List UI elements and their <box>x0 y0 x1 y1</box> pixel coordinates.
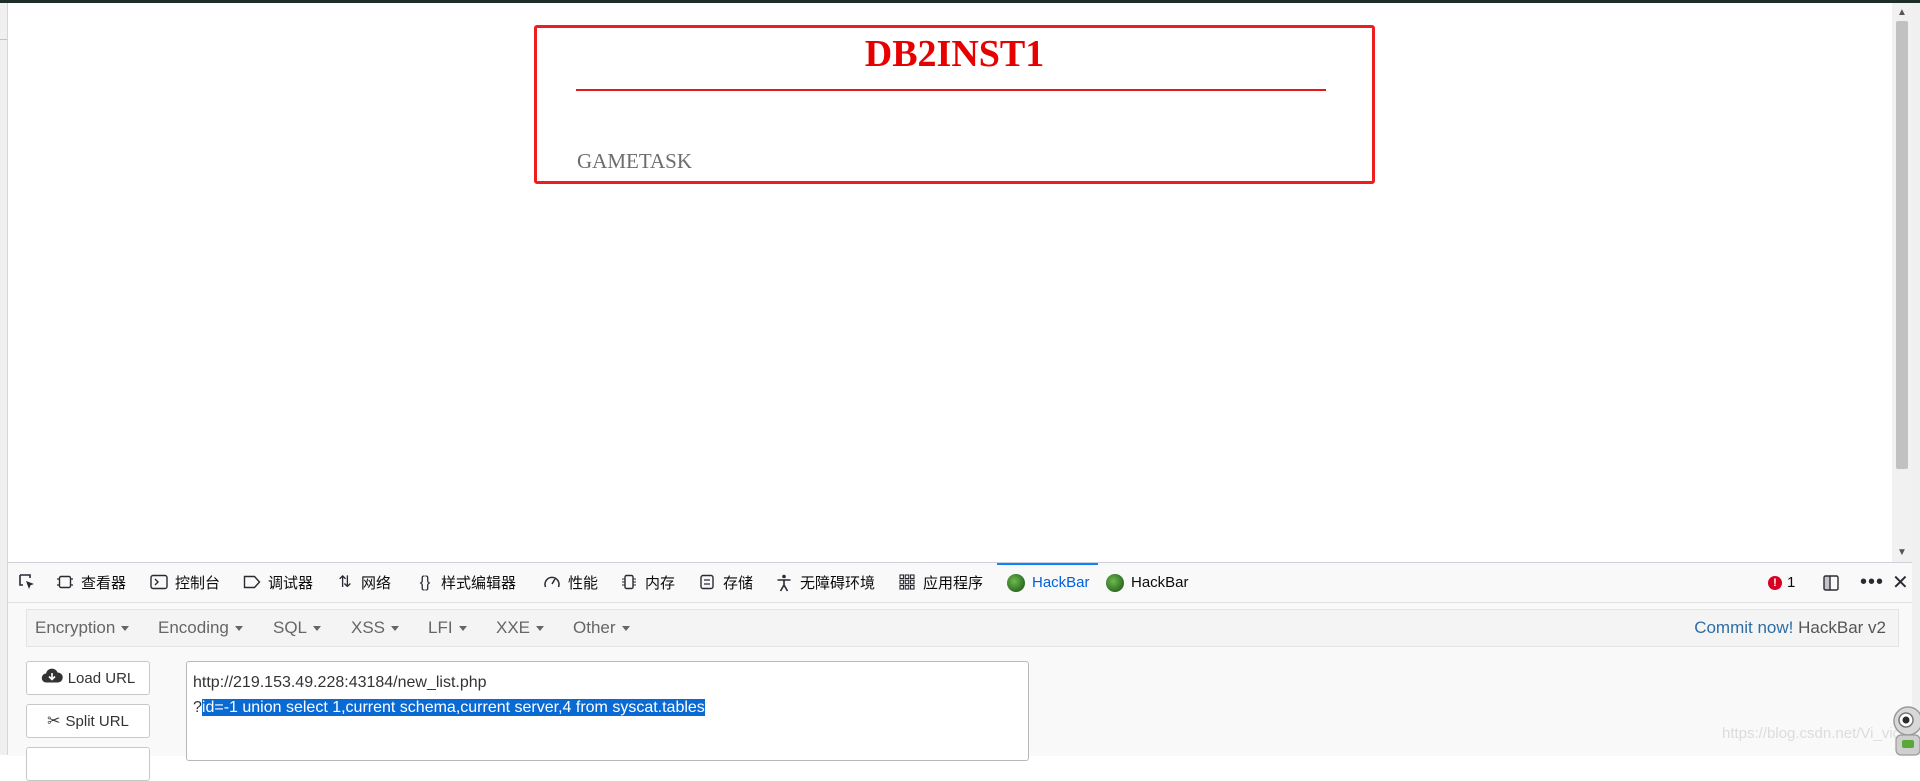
title-divider <box>576 89 1326 91</box>
menu-label: LFI <box>428 618 453 637</box>
caret-down-icon <box>536 626 545 632</box>
tab-hackbar-active[interactable]: HackBar <box>997 563 1098 602</box>
tab-performance[interactable]: 性能 <box>543 563 598 602</box>
tab-label: 存储 <box>723 575 754 592</box>
menu-encryption[interactable]: Encryption <box>35 610 130 646</box>
application-icon <box>898 573 916 592</box>
close-devtools-button[interactable]: ✕ <box>1892 563 1909 602</box>
caret-down-icon <box>313 626 322 632</box>
result-box: DB2INST1 GAMETASK <box>534 25 1375 184</box>
tab-accessibility[interactable]: 无障碍环境 <box>775 563 875 602</box>
cloud-download-icon <box>41 668 63 689</box>
menu-label: Encryption <box>35 618 116 637</box>
tab-label: 网络 <box>361 575 392 592</box>
tab-label: HackBar <box>1131 574 1189 591</box>
menu-label: Encoding <box>158 618 229 637</box>
tab-console[interactable]: 控制台 <box>150 563 220 602</box>
caret-down-icon <box>458 626 467 632</box>
window-right-edge <box>1912 3 1920 755</box>
error-icon: ! <box>1768 575 1782 590</box>
menu-encoding[interactable]: Encoding <box>158 610 243 646</box>
tab-hackbar[interactable]: HackBar <box>1106 563 1189 602</box>
hackbar-icon <box>1106 573 1124 592</box>
scroll-down-icon[interactable]: ▼ <box>1897 547 1907 558</box>
schema-title: DB2INST1 <box>864 33 1045 75</box>
menu-xss[interactable]: XSS <box>351 610 400 646</box>
memory-icon <box>620 574 638 592</box>
tab-debugger[interactable]: 调试器 <box>243 563 313 602</box>
tab-storage[interactable]: 存储 <box>698 563 753 602</box>
tab-memory[interactable]: 内存 <box>620 563 675 602</box>
tab-label: 查看器 <box>81 575 127 592</box>
table-name: GAMETASK <box>577 149 692 173</box>
performance-icon <box>543 574 561 592</box>
menu-label: SQL <box>273 618 308 637</box>
hackbar-version: HackBar v2 <box>1798 618 1886 637</box>
more-options-button[interactable]: ••• <box>1860 563 1884 602</box>
tab-label: 内存 <box>645 575 676 592</box>
tab-style-editor[interactable]: {} 样式编辑器 <box>416 563 516 602</box>
menu-other[interactable]: Other <box>573 610 630 646</box>
close-icon: ✕ <box>1892 572 1909 594</box>
tab-label: 控制台 <box>175 575 221 592</box>
url-textarea[interactable]: http://219.153.49.228:43184/new_list.php… <box>186 661 1029 761</box>
url-query-prefix: ? <box>193 699 202 716</box>
menu-lfi[interactable]: LFI <box>428 610 467 646</box>
hackbar-icon <box>1007 573 1025 592</box>
url-line-1: http://219.153.49.228:43184/new_list.php <box>193 674 487 691</box>
devtools-toolbar: 查看器 控制台 调试器 ⇅ 网络 {} 样式编辑器 性能 内存 存储 无障碍环境… <box>8 563 1912 603</box>
dock-toggle-button[interactable] <box>1822 563 1840 602</box>
error-count-badge[interactable]: ! 1 <box>1768 563 1795 602</box>
url-line-2: ?id=-1 union select 1,current schema,cur… <box>193 695 1028 720</box>
menu-label: XSS <box>351 618 386 637</box>
inspector-icon <box>56 574 74 592</box>
tab-label: 应用程序 <box>923 575 984 592</box>
page-content: DB2INST1 GAMETASK <box>8 3 1892 562</box>
tab-label: 调试器 <box>268 575 314 592</box>
accessibility-icon <box>775 574 793 592</box>
tab-application[interactable]: 应用程序 <box>898 563 983 602</box>
devtools-panel: 查看器 控制台 调试器 ⇅ 网络 {} 样式编辑器 性能 内存 存储 无障碍环境… <box>8 562 1920 781</box>
menu-xxe[interactable]: XXE <box>496 610 545 646</box>
tab-network[interactable]: ⇅ 网络 <box>336 563 391 602</box>
console-icon <box>150 574 168 592</box>
storage-icon <box>698 574 716 592</box>
robot-mascot-icon <box>1893 706 1920 756</box>
element-picker-icon[interactable] <box>18 573 36 591</box>
more-icon: ••• <box>1860 571 1885 593</box>
caret-down-icon <box>391 626 400 632</box>
caret-down-icon <box>621 626 630 632</box>
tab-inspector[interactable]: 查看器 <box>56 563 126 602</box>
hackbar-menubar: Encryption Encoding SQL XSS LFI XXE Othe… <box>26 609 1899 647</box>
execute-button[interactable] <box>26 747 150 781</box>
watermark: https://blog.csdn.net/Vi_vic <box>1722 725 1901 742</box>
menu-label: XXE <box>496 618 531 637</box>
window-left-edge <box>0 3 8 755</box>
split-url-button[interactable]: ✂ Split URL <box>26 704 150 738</box>
url-selected-text: id=-1 union select 1,current schema,curr… <box>201 699 705 716</box>
commit-info: Commit now! HackBar v2 <box>1694 610 1886 646</box>
commit-now-link[interactable]: Commit now! <box>1694 618 1793 637</box>
network-icon: ⇅ <box>338 573 352 591</box>
scrollbar-thumb[interactable] <box>1896 21 1908 469</box>
debugger-icon <box>243 574 261 592</box>
error-count: 1 <box>1787 574 1796 591</box>
caret-down-icon <box>121 626 130 632</box>
dock-icon <box>1823 574 1839 591</box>
tab-label: 无障碍环境 <box>800 575 876 592</box>
tab-label: 性能 <box>568 575 599 592</box>
left-edge-divider <box>0 39 7 40</box>
style-editor-icon: {} <box>419 573 431 591</box>
load-url-button[interactable]: Load URL <box>26 661 150 695</box>
menu-sql[interactable]: SQL <box>273 610 322 646</box>
tab-label: 样式编辑器 <box>441 575 517 592</box>
scroll-up-icon[interactable]: ▲ <box>1897 7 1907 18</box>
caret-down-icon <box>234 626 243 632</box>
split-url-label: Split URL <box>65 712 129 730</box>
menu-label: Other <box>573 618 616 637</box>
scissors-icon: ✂ <box>47 713 61 730</box>
load-url-label: Load URL <box>67 669 136 687</box>
page-scrollbar[interactable]: ▲ ▼ <box>1892 3 1912 562</box>
tab-label: HackBar <box>1032 574 1090 591</box>
